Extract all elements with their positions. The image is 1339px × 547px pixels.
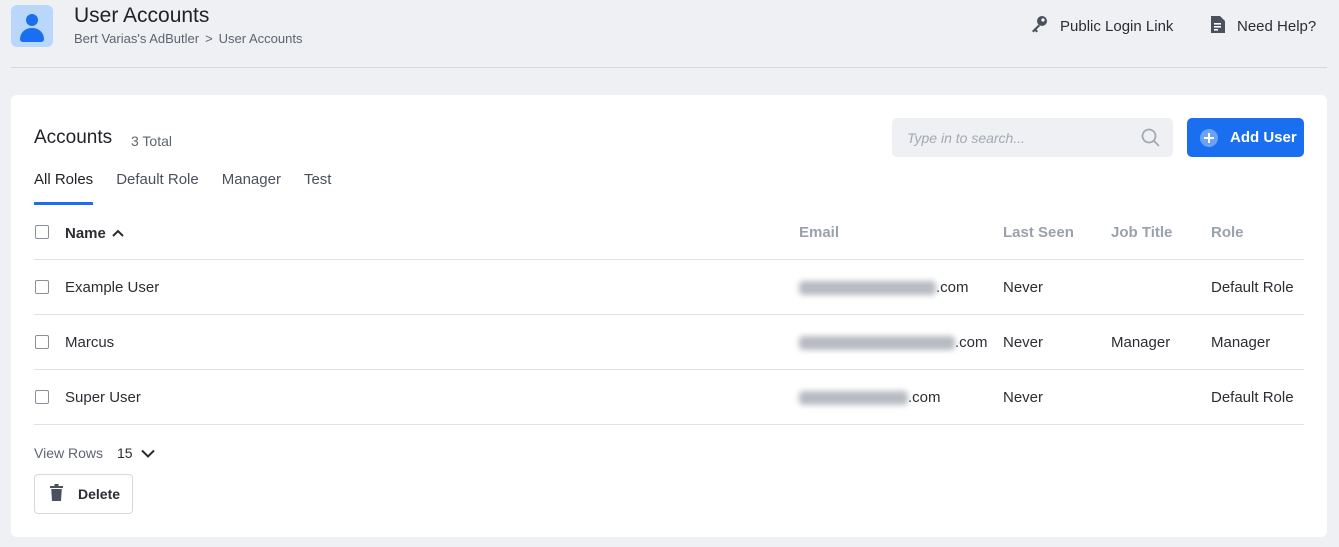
accounts-table: Name Email Last Seen Job Title Role Exam…: [34, 205, 1304, 425]
row-checkbox[interactable]: [35, 335, 49, 349]
view-rows-label: View Rows: [34, 445, 103, 461]
key-icon: [1030, 15, 1060, 38]
user-job-title: Manager: [1111, 334, 1171, 351]
breadcrumb-separator: >: [205, 31, 213, 46]
user-email: .com: [799, 260, 969, 315]
redacted-email: [799, 391, 908, 406]
search-input[interactable]: [892, 118, 1132, 157]
view-rows-select[interactable]: 15: [117, 445, 133, 461]
user-name[interactable]: Example User: [65, 260, 159, 315]
user-role: Default Role: [1211, 279, 1294, 296]
user-email: .com: [799, 315, 988, 370]
breadcrumb-item-account[interactable]: Bert Varias's AdButler: [74, 31, 199, 46]
email-suffix: .com: [955, 334, 988, 351]
chevron-down-icon[interactable]: [133, 445, 155, 461]
user-name[interactable]: Super User: [65, 370, 141, 425]
search-box: [892, 118, 1173, 157]
accounts-total: 3 Total: [131, 133, 172, 149]
add-user-button[interactable]: Add User: [1187, 118, 1304, 157]
user-last-seen: Never: [1003, 334, 1044, 351]
tab-manager[interactable]: Manager: [222, 171, 281, 205]
user-role: Default Role: [1211, 389, 1294, 406]
add-user-label: Add User: [1230, 129, 1297, 146]
plus-circle-icon: [1200, 128, 1218, 147]
user-email: .com: [799, 370, 941, 425]
email-suffix: .com: [936, 279, 969, 296]
delete-button[interactable]: Delete: [34, 474, 133, 514]
user-last-seen: Never: [1003, 279, 1044, 296]
user-name[interactable]: Marcus: [65, 315, 114, 370]
delete-label: Delete: [78, 486, 121, 502]
row-checkbox[interactable]: [35, 390, 49, 404]
view-rows-control: View Rows 15: [34, 445, 155, 461]
accounts-title: Accounts: [34, 127, 113, 148]
breadcrumb: Bert Varias's AdButler > User Accounts: [74, 31, 303, 46]
row-checkbox[interactable]: [35, 280, 49, 294]
role-tabs: All Roles Default Role Manager Test: [34, 171, 354, 205]
public-login-link-label: Public Login Link: [1060, 17, 1174, 35]
table-header-row: Name Email Last Seen Job Title Role: [34, 205, 1304, 260]
tab-default-role[interactable]: Default Role: [116, 171, 199, 205]
search-icon[interactable]: [1141, 128, 1160, 152]
header-divider: [11, 67, 1327, 68]
user-avatar-icon: [11, 5, 53, 47]
need-help-label: Need Help?: [1237, 17, 1317, 35]
page-header: User Accounts Bert Varias's AdButler > Use…: [0, 0, 1339, 68]
public-login-link[interactable]: Public Login Link: [1030, 15, 1173, 37]
table-row[interactable]: Marcus .com Never Manager Manager: [34, 315, 1304, 370]
column-header-role[interactable]: Role: [1211, 205, 1244, 260]
column-header-name[interactable]: Name: [65, 205, 124, 260]
column-header-last-seen[interactable]: Last Seen: [1003, 205, 1074, 260]
breadcrumb-item-current: User Accounts: [218, 31, 303, 46]
tab-test[interactable]: Test: [304, 171, 332, 205]
email-suffix: .com: [908, 389, 941, 406]
accounts-card: Accounts 3 Total Add User All Roles Defa…: [11, 95, 1327, 537]
table-row[interactable]: Super User .com Never Default Role: [34, 370, 1304, 425]
column-header-email[interactable]: Email: [799, 205, 839, 260]
trash-icon: [50, 484, 78, 504]
column-header-name-label: Name: [65, 225, 106, 242]
need-help-link[interactable]: Need Help?: [1210, 15, 1316, 37]
tab-all-roles[interactable]: All Roles: [34, 171, 94, 205]
redacted-email: [799, 281, 936, 296]
user-last-seen: Never: [1003, 389, 1044, 406]
page-title: User Accounts: [74, 4, 210, 27]
chevron-up-icon: [112, 205, 124, 260]
select-all-checkbox[interactable]: [35, 225, 49, 239]
document-icon: [1210, 15, 1237, 38]
column-header-job-title[interactable]: Job Title: [1111, 205, 1172, 260]
table-row[interactable]: Example User .com Never Default Role: [34, 260, 1304, 315]
user-role: Manager: [1211, 334, 1271, 351]
redacted-email: [799, 336, 955, 351]
